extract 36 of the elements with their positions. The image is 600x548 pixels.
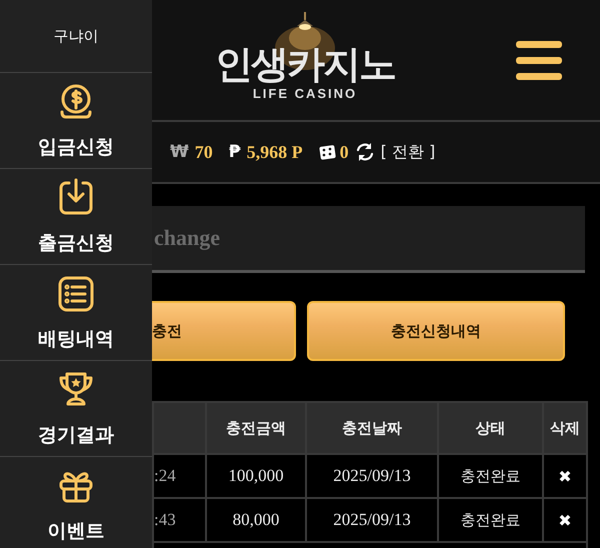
menu-button[interactable] bbox=[516, 40, 562, 80]
logo-title: 인생카지노 bbox=[215, 42, 395, 86]
chip-balance: 0 bbox=[340, 142, 349, 162]
column-header: 삭제 bbox=[544, 403, 586, 453]
table-cell: 충전완료 bbox=[439, 455, 542, 497]
table-cell: 80,000 bbox=[207, 499, 305, 541]
logo-subtitle: LIFE CASINO bbox=[252, 86, 358, 101]
table-cell: 2025/09/13 bbox=[307, 455, 437, 497]
column-header: 충전금액 bbox=[207, 403, 305, 453]
currency-symbol: ₩ bbox=[170, 142, 189, 162]
point-symbol: ₱ bbox=[228, 142, 241, 162]
table-cell: 2025/09/13 bbox=[307, 499, 437, 541]
point-balance: 5,968 P bbox=[246, 142, 303, 162]
cash-balance: 70 bbox=[194, 142, 213, 162]
charge-button[interactable]: 충전 bbox=[152, 301, 296, 361]
panel-title: change bbox=[154, 225, 220, 251]
table-cell: 충전완료 bbox=[439, 499, 542, 541]
column-header: 충전날짜 bbox=[307, 403, 437, 453]
menu-icon bbox=[516, 40, 562, 80]
table-cell: :43 bbox=[154, 499, 205, 541]
table-cell: :24 bbox=[154, 455, 205, 497]
sidebar-item[interactable]: 경기결과 bbox=[0, 361, 152, 457]
sidebar-item[interactable]: 출금신청 bbox=[0, 169, 152, 265]
username: 구냐이 bbox=[0, 0, 152, 73]
dice-icon bbox=[318, 144, 336, 160]
refresh-icon bbox=[354, 142, 375, 162]
convert-link[interactable]: [ 전환 ] bbox=[380, 142, 436, 162]
sidebar-item[interactable]: 배팅내역 bbox=[0, 265, 152, 361]
sidebar-item[interactable]: 이벤트 bbox=[0, 457, 152, 548]
delete-button[interactable]: ✖ bbox=[558, 466, 572, 486]
table-cell: 100,000 bbox=[207, 455, 305, 497]
delete-button[interactable]: ✖ bbox=[558, 510, 572, 530]
history-button[interactable]: 충전신청내역 bbox=[307, 301, 565, 361]
list-icon bbox=[56, 274, 96, 314]
column-header: 상태 bbox=[439, 403, 542, 453]
sidebar-item[interactable]: 입금신청 bbox=[0, 73, 152, 169]
